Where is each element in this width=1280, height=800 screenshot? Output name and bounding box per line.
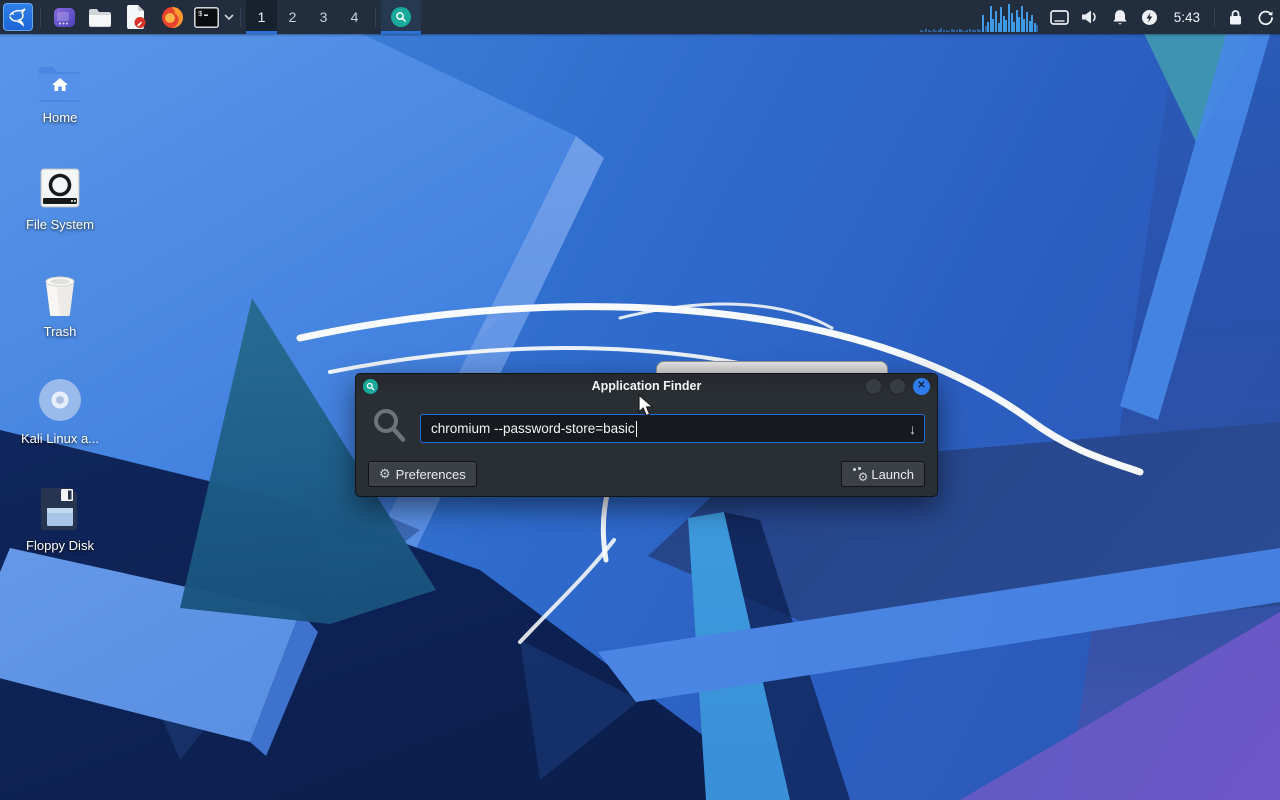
power-battery-icon bbox=[1141, 9, 1158, 26]
panel-separator bbox=[1214, 7, 1215, 27]
cpu-load-graph[interactable] bbox=[919, 0, 1045, 34]
display-tray-icon[interactable] bbox=[1045, 0, 1075, 34]
file-manager-icon bbox=[88, 7, 112, 28]
application-finder-icon bbox=[391, 7, 411, 27]
desktop-icon-column: Home File System bbox=[12, 46, 108, 581]
desktop-screen: $ 1 2 3 4 bbox=[0, 0, 1280, 800]
dialog-actions: ⚙ Preferences ⚙ Launch bbox=[356, 455, 937, 487]
session-logout-button[interactable] bbox=[1250, 0, 1280, 34]
display-icon bbox=[1050, 10, 1069, 25]
search-input-value: chromium --password-store=basic bbox=[431, 421, 635, 436]
floppy-disk-icon bbox=[39, 474, 81, 530]
firefox-icon bbox=[161, 6, 184, 29]
window-title: Application Finder bbox=[356, 379, 937, 393]
lock-icon bbox=[1228, 9, 1243, 26]
window-controls: ✕ bbox=[865, 378, 930, 395]
desktop-icon-label: Kali Linux a... bbox=[21, 431, 99, 446]
terminal-launcher[interactable]: $ bbox=[190, 0, 222, 34]
desktop-icon-kali-linux-disc[interactable]: Kali Linux a... bbox=[12, 367, 108, 474]
chevron-down-icon bbox=[224, 14, 234, 20]
desktop-icon-trash[interactable]: Trash bbox=[12, 260, 108, 367]
desktop-icon-label: Trash bbox=[44, 324, 77, 339]
desktop-icon-label: Home bbox=[43, 110, 78, 125]
titlebar[interactable]: Application Finder ✕ bbox=[356, 374, 937, 398]
text-editor-icon bbox=[125, 5, 147, 29]
close-button[interactable]: ✕ bbox=[913, 378, 930, 395]
launch-button[interactable]: ⚙ Launch bbox=[841, 461, 925, 487]
dropdown-arrow-icon[interactable]: ↓ bbox=[909, 421, 916, 437]
launch-button-label: Launch bbox=[871, 467, 914, 482]
panel-separator bbox=[375, 7, 376, 27]
dialog-body: chromium --password-store=basic ↓ bbox=[356, 398, 937, 455]
taskbar-application-finder-button[interactable] bbox=[381, 0, 421, 34]
panel-right: 5:43 bbox=[919, 0, 1280, 34]
text-editor-launcher[interactable] bbox=[118, 0, 154, 34]
text-caret bbox=[636, 421, 637, 437]
search-icon bbox=[370, 406, 410, 451]
desktop-icon-home[interactable]: Home bbox=[12, 46, 108, 153]
panel-left: $ 1 2 3 4 bbox=[0, 0, 421, 34]
gear-icon: ⚙ bbox=[379, 466, 391, 482]
top-panel: $ 1 2 3 4 bbox=[0, 0, 1280, 34]
workspace-button-2[interactable]: 2 bbox=[277, 0, 308, 34]
hard-drive-icon bbox=[39, 153, 81, 209]
launch-icon: ⚙ bbox=[852, 467, 866, 481]
trash-bin-icon bbox=[40, 260, 80, 316]
file-manager-launcher[interactable] bbox=[82, 0, 118, 34]
panel-separator bbox=[40, 7, 41, 27]
panel-separator bbox=[240, 7, 241, 27]
bell-icon bbox=[1112, 9, 1128, 26]
desktop-icon-floppy-disk[interactable]: Floppy Disk bbox=[12, 474, 108, 581]
desktop-app-launcher[interactable] bbox=[46, 0, 82, 34]
terminal-dropdown-caret[interactable] bbox=[222, 0, 235, 34]
kali-menu-button[interactable] bbox=[3, 3, 33, 31]
search-input[interactable]: chromium --password-store=basic ↓ bbox=[420, 414, 925, 443]
kali-logo-icon bbox=[7, 6, 29, 28]
svg-text:$: $ bbox=[198, 11, 203, 19]
workspace-button-3[interactable]: 3 bbox=[308, 0, 339, 34]
desktop-icon-file-system[interactable]: File System bbox=[12, 153, 108, 260]
minimize-button[interactable] bbox=[865, 378, 882, 395]
clock[interactable]: 5:43 bbox=[1165, 0, 1209, 34]
terminal-icon: $ bbox=[194, 7, 219, 28]
application-finder-icon bbox=[363, 379, 378, 394]
desktop-app-icon bbox=[53, 6, 76, 29]
power-manager-tray-icon[interactable] bbox=[1135, 0, 1165, 34]
workspace-button-1[interactable]: 1 bbox=[246, 0, 277, 34]
optical-disc-icon bbox=[37, 367, 83, 423]
desktop-icon-label: Floppy Disk bbox=[26, 538, 94, 553]
desktop-icon-label: File System bbox=[26, 217, 94, 232]
workspace-button-4[interactable]: 4 bbox=[339, 0, 370, 34]
maximize-button[interactable] bbox=[889, 378, 906, 395]
lock-screen-button[interactable] bbox=[1220, 0, 1250, 34]
volume-icon bbox=[1081, 9, 1099, 25]
preferences-button[interactable]: ⚙ Preferences bbox=[368, 461, 477, 487]
preferences-button-label: Preferences bbox=[396, 467, 466, 482]
notifications-tray-icon[interactable] bbox=[1105, 0, 1135, 34]
application-finder-window: Application Finder ✕ chromium --password… bbox=[355, 373, 938, 497]
firefox-launcher[interactable] bbox=[154, 0, 190, 34]
home-folder-icon bbox=[37, 46, 83, 102]
session-restart-icon bbox=[1257, 9, 1274, 26]
volume-tray-icon[interactable] bbox=[1075, 0, 1105, 34]
